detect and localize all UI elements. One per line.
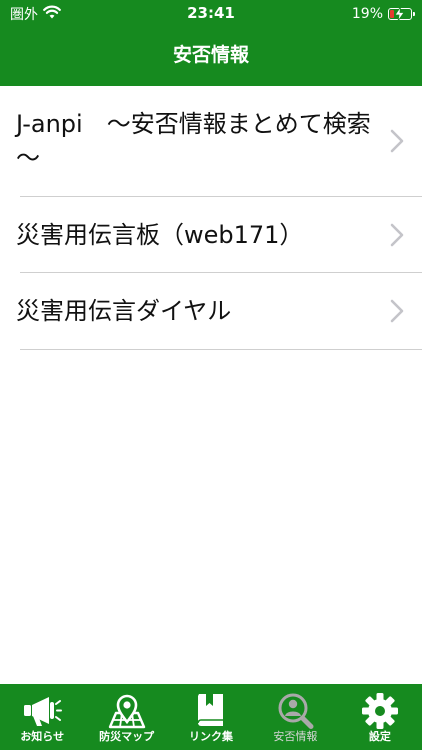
book-icon <box>193 692 229 730</box>
list-divider <box>20 349 422 350</box>
header: 圏外 23:41 19% 安否情報 <box>0 0 422 86</box>
battery-icon <box>388 7 415 21</box>
tab-notices[interactable]: お知らせ <box>0 684 84 750</box>
list-item-dengon-dial[interactable]: 災害用伝言ダイヤル <box>0 273 422 349</box>
tab-safety-info[interactable]: 安否情報 <box>253 684 337 750</box>
tab-label: リンク集 <box>189 730 234 743</box>
tab-label: 防災マップ <box>99 730 155 743</box>
tab-label: お知らせ <box>20 730 65 743</box>
tab-disaster-map[interactable]: 防災マップ <box>84 684 168 750</box>
list-item-label: J-anpi ～安否情報まとめて検索～ <box>16 110 371 172</box>
tab-bar: お知らせ 防災マップ リンク集 安否情報 設定 <box>0 684 422 750</box>
gear-icon <box>361 692 399 730</box>
app-screen: 圏外 23:41 19% 安否情報 J-anpi ～安否情報まとめて検索～ 災害… <box>0 0 422 750</box>
list-item-label: 災害用伝言板（web171） <box>16 220 304 249</box>
tab-links[interactable]: リンク集 <box>169 684 253 750</box>
status-battery-group: 19% <box>351 5 415 23</box>
battery-cap <box>413 12 415 16</box>
list-item-web171[interactable]: 災害用伝言板（web171） <box>0 197 422 272</box>
megaphone-icon <box>22 692 63 730</box>
search-person-icon <box>275 692 315 730</box>
page-title: 安否情報 <box>172 44 249 66</box>
tab-settings[interactable]: 設定 <box>338 684 422 750</box>
safety-info-list: J-anpi ～安否情報まとめて検索～ 災害用伝言板（web171） 災害用伝言… <box>0 86 422 350</box>
tab-label: 設定 <box>368 730 391 743</box>
charging-bolt-icon <box>394 7 405 21</box>
tab-label: 安否情報 <box>273 730 318 743</box>
status-bar: 圏外 23:41 19% <box>0 0 422 28</box>
list-item-label: 災害用伝言ダイヤル <box>16 297 232 325</box>
chevron-right-icon <box>390 299 404 327</box>
map-pin-icon <box>107 692 147 730</box>
chevron-right-icon <box>390 223 404 251</box>
list-item-j-anpi[interactable]: J-anpi ～安否情報まとめて検索～ <box>0 86 422 196</box>
battery-percent: 19% <box>351 6 383 22</box>
chevron-right-icon <box>390 129 404 157</box>
